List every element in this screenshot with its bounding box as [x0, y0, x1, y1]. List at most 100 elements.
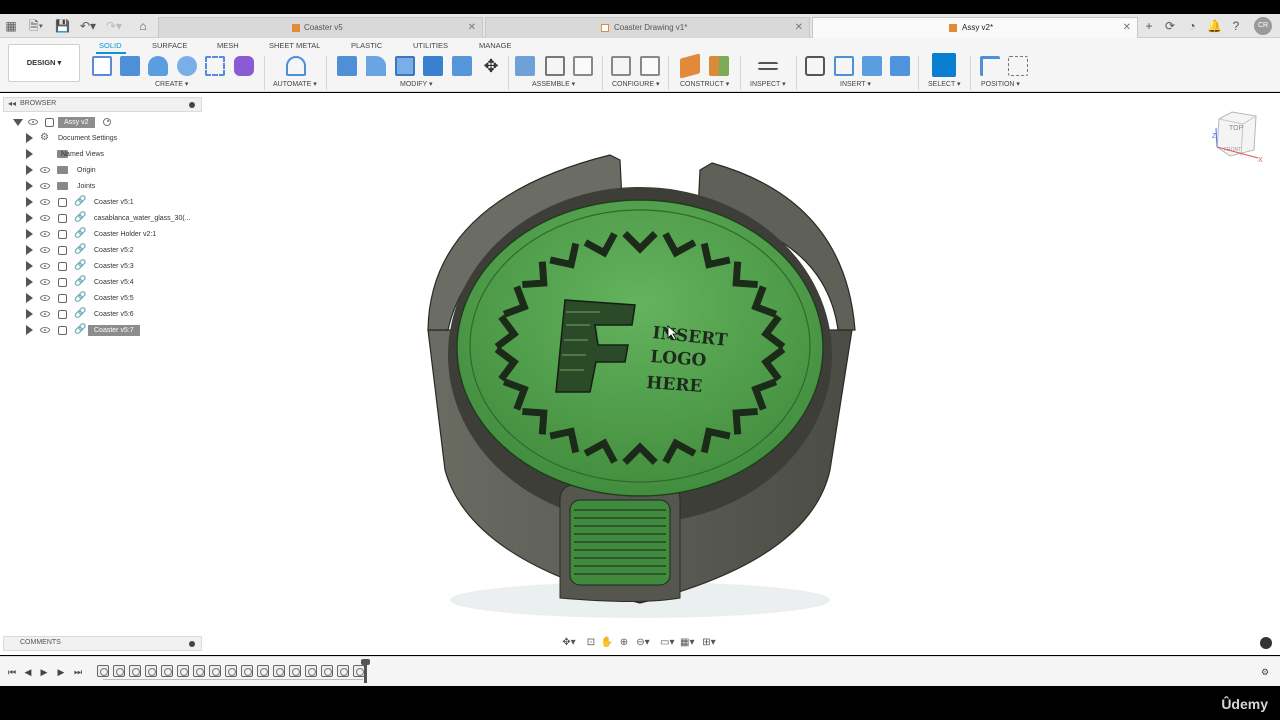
modify-menu[interactable]: MODIFY ▾: [400, 80, 433, 90]
job-status-icon[interactable]: ◔: [1185, 18, 1199, 34]
pan-icon[interactable]: ✋: [600, 636, 614, 650]
help-icon[interactable]: ?: [1229, 18, 1243, 34]
timeline-feature[interactable]: [177, 665, 189, 677]
browser-item[interactable]: Joints: [0, 179, 205, 194]
notifications-icon[interactable]: 🔔: [1207, 18, 1222, 34]
browser-item-label[interactable]: Named Views: [61, 149, 104, 160]
browser-panel-header[interactable]: ◂◂ BROWSER: [3, 97, 202, 112]
insert-menu[interactable]: INSERT ▾: [840, 80, 871, 90]
user-avatar[interactable]: CR: [1254, 17, 1272, 35]
expand-icon[interactable]: [26, 261, 33, 271]
browser-item[interactable]: 🔗 Coaster v5:5: [0, 291, 205, 306]
workspace-switcher[interactable]: DESIGN ▾: [8, 44, 80, 82]
assemble-menu[interactable]: ASSEMBLE ▾: [532, 80, 575, 90]
inspect-menu[interactable]: INSPECT ▾: [750, 80, 786, 90]
root-label[interactable]: Assy v2: [58, 117, 95, 128]
extensions-icon[interactable]: ⟳: [1163, 18, 1177, 34]
timeline-feature[interactable]: [209, 665, 221, 677]
expand-icon[interactable]: [26, 325, 33, 335]
capture-position-icon[interactable]: [980, 56, 1000, 76]
display-settings-icon[interactable]: ▭▾: [660, 636, 674, 650]
tab-plastic[interactable]: PLASTIC: [351, 40, 382, 52]
home-icon[interactable]: ⌂: [136, 18, 150, 34]
tab-utilities[interactable]: UTILITIES: [413, 40, 448, 52]
visibility-eye-icon[interactable]: [40, 199, 50, 205]
configure-icon[interactable]: [611, 56, 631, 76]
create-sketch-icon[interactable]: [92, 56, 112, 76]
browser-item[interactable]: Origin: [0, 163, 205, 178]
go-to-start-icon[interactable]: ⏮: [6, 666, 18, 678]
browser-item-label[interactable]: Coaster v5:5: [94, 293, 134, 304]
visibility-eye-icon[interactable]: [28, 119, 38, 125]
file-menu-icon[interactable]: 🗎▾: [27, 18, 45, 34]
pattern-icon[interactable]: [205, 56, 225, 76]
timeline-feature[interactable]: [193, 665, 205, 677]
expand-icon[interactable]: [26, 293, 33, 303]
expand-icon[interactable]: [26, 133, 33, 143]
expand-icon[interactable]: [26, 197, 33, 207]
browser-item[interactable]: 🔗 Coaster v5:1: [0, 195, 205, 210]
revert-position-icon[interactable]: [1008, 56, 1028, 76]
activate-component-icon[interactable]: [103, 118, 111, 126]
revolve-icon[interactable]: [148, 56, 168, 76]
visibility-eye-icon[interactable]: [40, 295, 50, 301]
timeline-feature[interactable]: [161, 665, 173, 677]
insert-mesh-icon[interactable]: [834, 56, 854, 76]
browser-item-label[interactable]: Joints: [77, 181, 95, 192]
collapse-panel-icon[interactable]: ◂◂: [8, 99, 16, 108]
tab-manage[interactable]: MANAGE: [479, 40, 512, 52]
browser-item-label[interactable]: Origin: [77, 165, 96, 176]
tree-root[interactable]: Assy v2: [0, 115, 205, 130]
browser-item[interactable]: 🔗 Coaster v5:6: [0, 307, 205, 322]
tab-mesh[interactable]: MESH: [217, 40, 239, 52]
browser-item-label[interactable]: Coaster v5:4: [94, 277, 134, 288]
timeline-feature[interactable]: [321, 665, 333, 677]
browser-item-label[interactable]: Document Settings: [58, 133, 117, 144]
play-icon[interactable]: ▶: [38, 666, 50, 678]
expand-icon[interactable]: [26, 181, 33, 191]
extrude-icon[interactable]: [120, 56, 140, 76]
visibility-eye-icon[interactable]: [40, 311, 50, 317]
construct-menu[interactable]: CONSTRUCT ▾: [680, 80, 729, 90]
expand-icon[interactable]: [26, 165, 33, 175]
visibility-eye-icon[interactable]: [40, 167, 50, 173]
timeline-feature[interactable]: [97, 665, 109, 677]
form-icon[interactable]: [234, 56, 254, 76]
measure-icon[interactable]: [758, 62, 778, 70]
view-cube[interactable]: TOP FRONT X Z: [1212, 111, 1263, 164]
browser-item-label[interactable]: Coaster Holder v2:1: [94, 229, 156, 240]
expand-icon[interactable]: [26, 309, 33, 319]
expand-icon[interactable]: [26, 245, 33, 255]
new-tab-icon[interactable]: +: [1142, 18, 1156, 34]
browser-item[interactable]: 🔗 Coaster v5:4: [0, 275, 205, 290]
close-icon[interactable]: ✕: [1123, 18, 1131, 38]
configure-menu[interactable]: CONFIGURE ▾: [612, 80, 659, 90]
tab-surface[interactable]: SURFACE: [152, 40, 187, 52]
select-icon[interactable]: [932, 53, 956, 77]
browser-item[interactable]: 🔗 casablanca_water_glass_30(...: [0, 211, 205, 226]
as-built-joint-icon[interactable]: [573, 56, 593, 76]
visibility-eye-icon[interactable]: [40, 327, 50, 333]
insert-canvas-icon[interactable]: [890, 56, 910, 76]
browser-item-label[interactable]: Coaster v5:6: [94, 309, 134, 320]
browser-item[interactable]: 🔗 Coaster v5:7: [0, 323, 205, 338]
look-at-icon[interactable]: ⊡: [584, 636, 598, 650]
visibility-eye-icon[interactable]: [40, 183, 50, 189]
viewports-icon[interactable]: ⊞▾: [702, 636, 716, 650]
app-grid-icon[interactable]: ▦: [4, 18, 18, 34]
visibility-eye-icon[interactable]: [40, 263, 50, 269]
comment-bubble-icon[interactable]: [1260, 637, 1272, 649]
step-back-icon[interactable]: ◀: [22, 666, 34, 678]
timeline-feature[interactable]: [225, 665, 237, 677]
browser-item[interactable]: 🔗 Coaster Holder v2:1: [0, 227, 205, 242]
timeline-settings-icon[interactable]: ⚙: [1259, 666, 1271, 678]
grid-settings-icon[interactable]: ▦▾: [680, 636, 694, 650]
browser-item-label[interactable]: Coaster v5:2: [94, 245, 134, 256]
hole-icon[interactable]: [177, 56, 197, 76]
comments-panel-header[interactable]: COMMENTS: [3, 636, 202, 651]
move-copy-icon[interactable]: ✥: [481, 56, 501, 76]
tab-sheet-metal[interactable]: SHEET METAL: [269, 40, 320, 52]
timeline-feature[interactable]: [241, 665, 253, 677]
create-menu[interactable]: CREATE ▾: [155, 80, 188, 90]
timeline-feature[interactable]: [305, 665, 317, 677]
